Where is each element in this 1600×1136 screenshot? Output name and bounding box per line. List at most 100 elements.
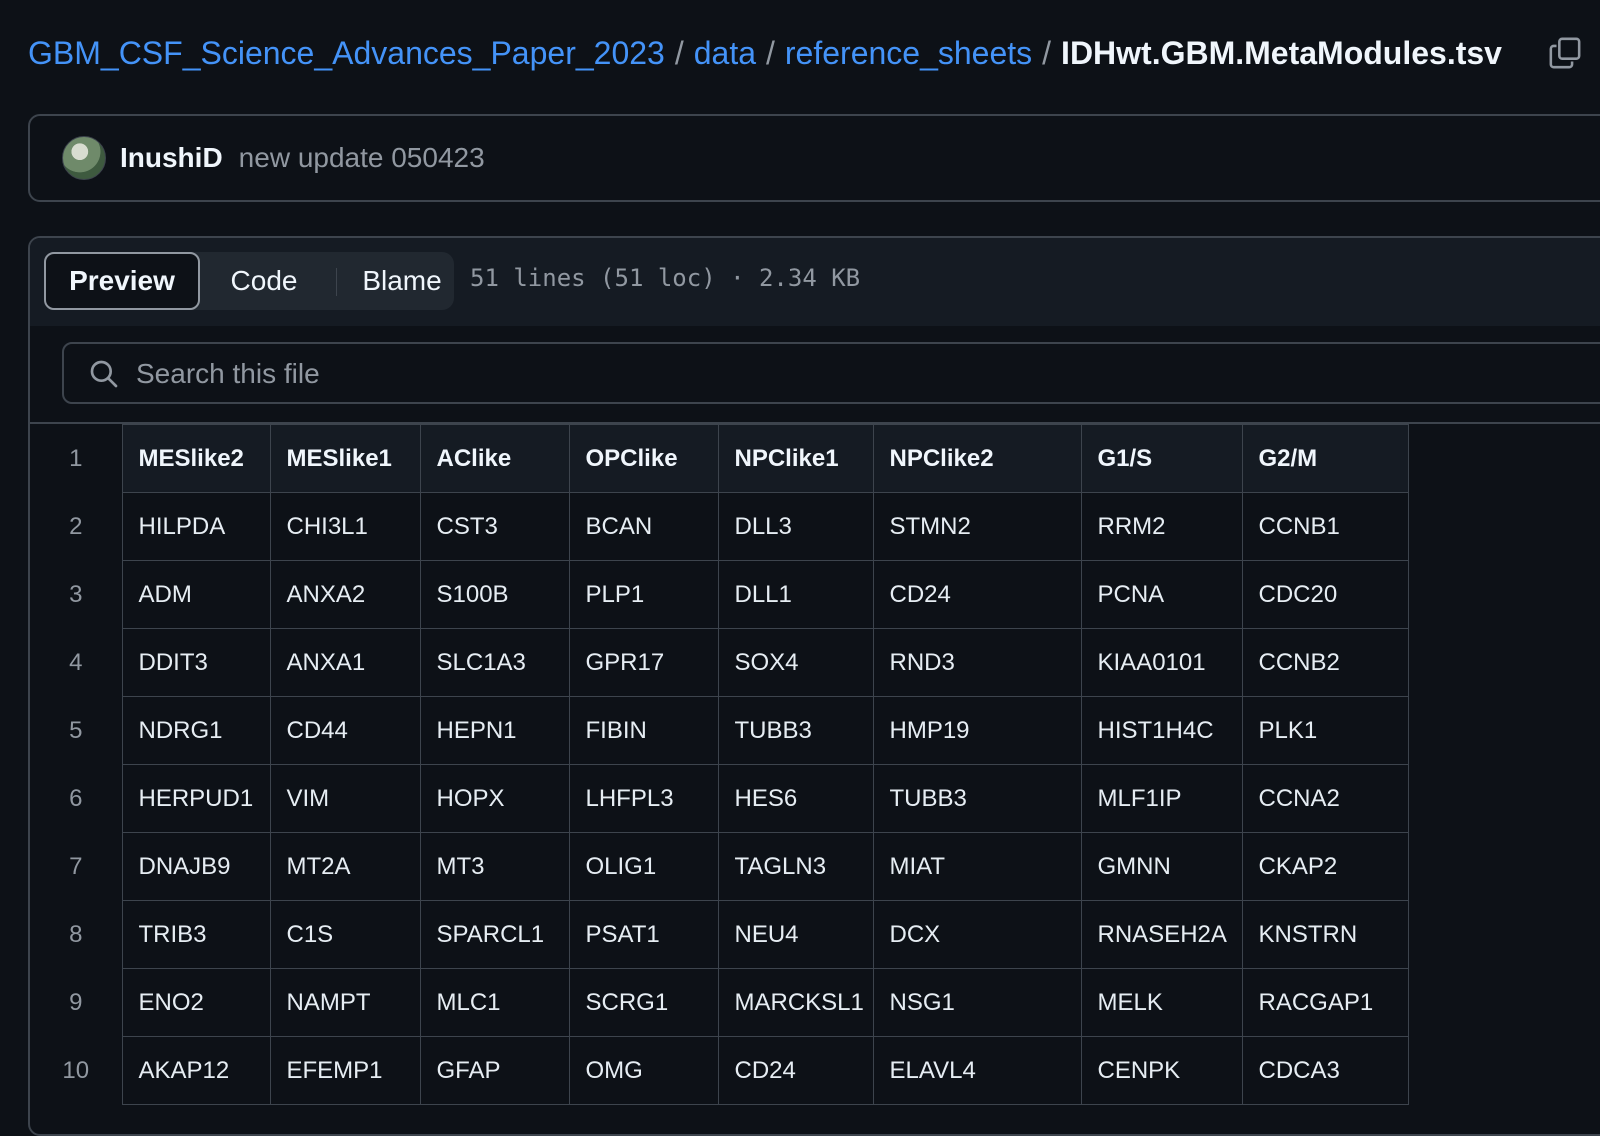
table-cell: CD24 xyxy=(872,560,1082,629)
table-cell: CKAP2 xyxy=(1241,832,1409,901)
table-cell: RRM2 xyxy=(1080,492,1243,561)
table-cell: HES6 xyxy=(717,764,874,833)
table-cell: DCX xyxy=(872,900,1082,969)
table-row: 7 DNAJB9 MT2A MT3 OLIG1 TAGLN3 MIAT GMNN CKAP2 xyxy=(30,832,1409,901)
table-cell: MT3 xyxy=(419,832,570,901)
breadcrumb-separator: / xyxy=(674,34,684,71)
table-cell: KNSTRN xyxy=(1241,900,1409,969)
breadcrumb-repo-link[interactable]: GBM_CSF_Science_Advances_Paper_2023 xyxy=(28,35,665,72)
file-info: 51 lines (51 loc) · 2.34 KB xyxy=(470,264,861,292)
line-number[interactable]: 10 xyxy=(30,1036,122,1105)
table-row: 3 ADM ANXA2 S100B PLP1 DLL1 CD24 PCNA CDC20 xyxy=(30,560,1409,629)
line-number[interactable]: 4 xyxy=(30,628,122,697)
table-cell: HILPDA xyxy=(121,492,271,561)
file-viewer: Preview Code Blame 51 lines (51 loc) · 2… xyxy=(28,236,1600,1136)
table-cell: PLP1 xyxy=(568,560,719,629)
table-cell: SPARCL1 xyxy=(419,900,570,969)
table-cell: TAGLN3 xyxy=(717,832,874,901)
table-cell: NAMPT xyxy=(269,968,421,1037)
table-cell: PCNA xyxy=(1080,560,1243,629)
line-number[interactable]: 7 xyxy=(30,832,122,901)
table-cell: CHI3L1 xyxy=(269,492,421,561)
table-cell: RACGAP1 xyxy=(1241,968,1409,1037)
table-cell: NEU4 xyxy=(717,900,874,969)
breadcrumb-separator: / xyxy=(1042,34,1052,71)
table-cell: DLL1 xyxy=(717,560,874,629)
search-box[interactable] xyxy=(62,342,1600,404)
table-cell: MIAT xyxy=(872,832,1082,901)
table-row: 6 HERPUD1 VIM HOPX LHFPL3 HES6 TUBB3 MLF1IP CCNA… xyxy=(30,764,1409,833)
commit-author[interactable]: InushiD xyxy=(120,142,223,174)
table-cell: GPR17 xyxy=(568,628,719,697)
column-header: G1/S xyxy=(1080,424,1243,493)
table-row: 10 AKAP12 EFEMP1 GFAP OMG CD24 ELAVL4 CENPK CDCA… xyxy=(30,1036,1409,1105)
latest-commit-box: InushiD new update 050423 xyxy=(28,114,1600,202)
table-row: 8 TRIB3 C1S SPARCL1 PSAT1 NEU4 DCX RNASEH2A KNST… xyxy=(30,900,1409,969)
tab-blame[interactable]: Blame xyxy=(340,252,464,310)
line-number[interactable]: 6 xyxy=(30,764,122,833)
table-cell: MLC1 xyxy=(419,968,570,1037)
table-cell: HOPX xyxy=(419,764,570,833)
line-number[interactable]: 5 xyxy=(30,696,122,765)
search-area xyxy=(30,326,1600,424)
breadcrumb: GBM_CSF_Science_Advances_Paper_2023 / da… xyxy=(28,28,1502,78)
table-cell: CST3 xyxy=(419,492,570,561)
table-row: 4 DDIT3 ANXA1 SLC1A3 GPR17 SOX4 RND3 KIAA0101 CC… xyxy=(30,628,1409,697)
table-cell: TUBB3 xyxy=(872,764,1082,833)
table-cell: NSG1 xyxy=(872,968,1082,1037)
breadcrumb-reference-sheets-link[interactable]: reference_sheets xyxy=(785,35,1032,72)
table-cell: NDRG1 xyxy=(121,696,271,765)
file-header: Preview Code Blame 51 lines (51 loc) · 2… xyxy=(30,238,1600,328)
table-cell: HIST1H4C xyxy=(1080,696,1243,765)
table-cell: KIAA0101 xyxy=(1080,628,1243,697)
table-cell: GMNN xyxy=(1080,832,1243,901)
line-number[interactable]: 3 xyxy=(30,560,122,629)
tab-preview[interactable]: Preview xyxy=(44,252,200,310)
column-header: OPClike xyxy=(568,424,719,493)
commit-message[interactable]: new update 050423 xyxy=(239,142,485,174)
table-cell: PLK1 xyxy=(1241,696,1409,765)
table-cell: HERPUD1 xyxy=(121,764,271,833)
line-number[interactable]: 2 xyxy=(30,492,122,561)
table-cell: ENO2 xyxy=(121,968,271,1037)
line-number[interactable]: 8 xyxy=(30,900,122,969)
tab-divider xyxy=(336,268,337,296)
table-row: 5 NDRG1 CD44 HEPN1 FIBIN TUBB3 HMP19 HIST1H4C PL… xyxy=(30,696,1409,765)
table-cell: RND3 xyxy=(872,628,1082,697)
table-row: 9 ENO2 NAMPT MLC1 SCRG1 MARCKSL1 NSG1 MELK RACGA… xyxy=(30,968,1409,1037)
table-cell: CCNB1 xyxy=(1241,492,1409,561)
table-body: 2 HILPDA CHI3L1 CST3 BCAN DLL3 STMN2 RRM2 CCNB1 3… xyxy=(30,492,1409,1105)
copy-icon[interactable] xyxy=(1548,36,1582,70)
table-cell: MARCKSL1 xyxy=(717,968,874,1037)
breadcrumb-data-link[interactable]: data xyxy=(694,35,756,72)
table-cell: SOX4 xyxy=(717,628,874,697)
table-cell: ANXA1 xyxy=(269,628,421,697)
avatar[interactable] xyxy=(62,136,106,180)
tsv-table-container: 1 MESlike2 MESlike1 AClike OPClike NPCli… xyxy=(30,424,1409,1105)
table-cell: DDIT3 xyxy=(121,628,271,697)
table-cell: DLL3 xyxy=(717,492,874,561)
table-cell: MLF1IP xyxy=(1080,764,1243,833)
column-header: G2/M xyxy=(1241,424,1409,493)
table-cell: VIM xyxy=(269,764,421,833)
tab-code[interactable]: Code xyxy=(204,252,324,310)
table-cell: HMP19 xyxy=(872,696,1082,765)
table-row: 2 HILPDA CHI3L1 CST3 BCAN DLL3 STMN2 RRM2 CCNB1 xyxy=(30,492,1409,561)
table-header-row: 1 MESlike2 MESlike1 AClike OPClike NPCli… xyxy=(30,424,1409,493)
table-cell: CCNB2 xyxy=(1241,628,1409,697)
table-cell: RNASEH2A xyxy=(1080,900,1243,969)
table-cell: OLIG1 xyxy=(568,832,719,901)
table-cell: HEPN1 xyxy=(419,696,570,765)
table-cell: C1S xyxy=(269,900,421,969)
line-number[interactable]: 1 xyxy=(30,424,122,493)
search-input[interactable] xyxy=(134,352,1538,396)
column-header: NPClike2 xyxy=(872,424,1082,493)
breadcrumb-separator: / xyxy=(766,34,775,71)
table-cell: PSAT1 xyxy=(568,900,719,969)
table-cell: CDCA3 xyxy=(1241,1036,1409,1105)
table-cell: CD24 xyxy=(717,1036,874,1105)
line-number[interactable]: 9 xyxy=(30,968,122,1037)
table-cell: SCRG1 xyxy=(568,968,719,1037)
table-cell: EFEMP1 xyxy=(269,1036,421,1105)
table-cell: LHFPL3 xyxy=(568,764,719,833)
